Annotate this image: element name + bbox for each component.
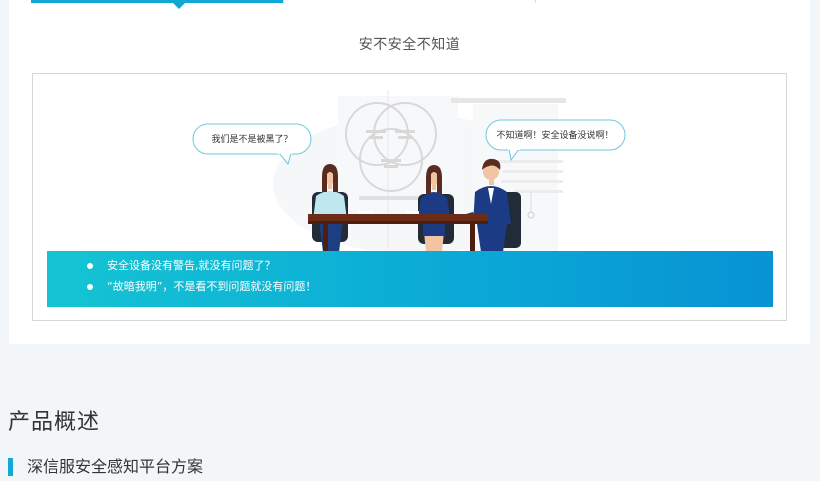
scenario-figure: 我们是不是被黑了？ 不知道啊！安全设备没说啊！ 安全设备没有警告,就没有问题了？… xyxy=(32,73,787,321)
point-text: “故暗我明”，不是看不到问题就没有问题！ xyxy=(107,280,317,293)
bullet-icon xyxy=(87,284,93,290)
tab-caret-icon xyxy=(172,2,186,9)
section-title: 安不安全不知道 xyxy=(358,37,461,53)
tab-divider xyxy=(283,0,284,3)
bullet-icon xyxy=(87,263,93,269)
tab-divider xyxy=(535,0,536,3)
warning-points-band: 安全设备没有警告,就没有问题了？ “故暗我明”，不是看不到问题就没有问题！ xyxy=(47,251,773,307)
sub-heading-label: 深信服安全感知平台方案 xyxy=(27,457,204,476)
content-panel: 安不安全不知道 我们是不是被黑了？ 不知道啊！安全设备没说啊！ 安全设备没有警告… xyxy=(9,0,810,344)
sub-heading-accent-bar xyxy=(8,458,13,476)
tab-strip xyxy=(31,0,787,9)
meeting-illustration: 我们是不是被黑了？ 不知道啊！安全设备没说啊！ xyxy=(192,90,626,252)
point-text: 安全设备没有警告,就没有问题了？ xyxy=(107,259,276,272)
right-bubble-text: 不知道啊！安全设备没说啊！ xyxy=(496,129,613,141)
overview-heading: 产品概述 xyxy=(8,410,101,435)
left-bubble-text: 我们是不是被黑了？ xyxy=(211,133,292,145)
tab-active-indicator[interactable] xyxy=(31,0,283,3)
